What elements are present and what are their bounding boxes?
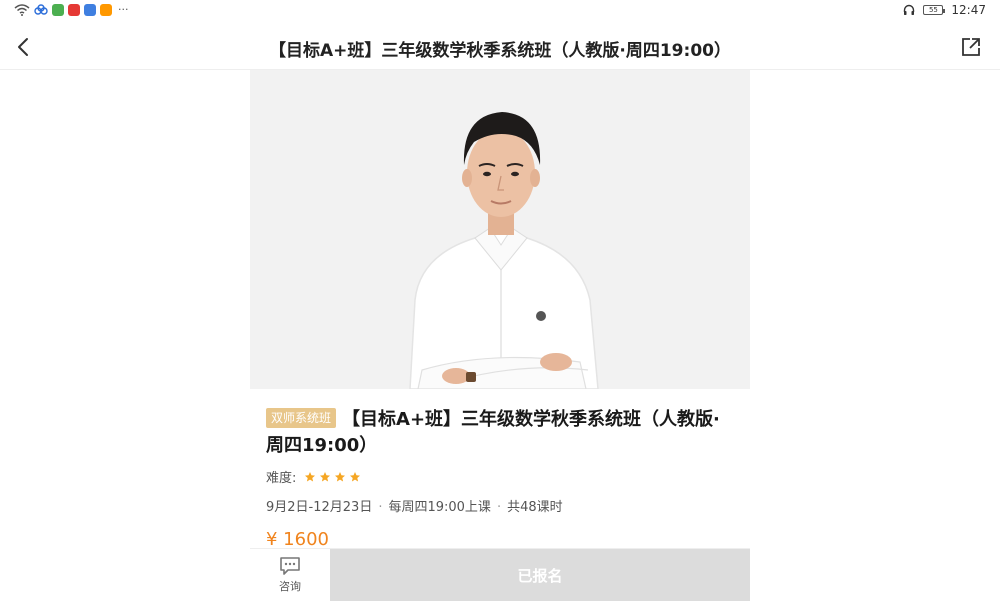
status-icons-right: 55 12:47 [903, 3, 986, 17]
star-icon [320, 471, 331, 481]
difficulty-rating: 难度: [266, 467, 736, 486]
course-dates: 9月2日-12月23日 [266, 500, 373, 515]
difficulty-label: 难度: [266, 471, 297, 486]
enrolled-button[interactable]: 已报名 [330, 549, 750, 601]
course-price: ¥ 1600 [266, 529, 329, 550]
battery-icon: 55 [923, 5, 946, 15]
cloud-app-icon [34, 4, 48, 15]
title-bar: 【目标A+班】三年级数学秋季系统班（人教版·周四19:00） [0, 24, 1000, 70]
app-notification-icon [84, 4, 96, 16]
weekly-time: 每周四19:00上课 [388, 500, 491, 515]
bottom-action-bar: 咨询 已报名 [250, 548, 750, 601]
star-icon [335, 471, 346, 481]
course-detail: 双师系统班 【目标A+班】三年级数学秋季系统班（人教版·周四19:00） 难度: … [250, 70, 750, 601]
page-title: 【目标A+班】三年级数学秋季系统班（人教版·周四19:00） [269, 41, 731, 61]
share-icon [962, 38, 980, 56]
status-time: 12:47 [951, 3, 986, 17]
star-icon [305, 471, 316, 481]
app-notification-icon [100, 4, 112, 16]
difficulty-stars [304, 471, 361, 483]
course-title-row: 双师系统班 【目标A+班】三年级数学秋季系统班（人教版·周四19:00） [266, 407, 736, 459]
chat-bubble-icon [280, 557, 300, 575]
course-schedule: 9月2日-12月23日 · 每周四19:00上课 · 共48课时 [266, 496, 736, 515]
course-type-badge: 双师系统班 [266, 408, 337, 428]
star-icon [350, 471, 361, 481]
schedule-separator: · [378, 500, 383, 515]
app-notification-icon [68, 4, 80, 16]
headphones-icon [904, 4, 915, 15]
wifi-icon [14, 4, 30, 16]
teacher-portrait-image [250, 70, 750, 389]
share-button[interactable] [956, 32, 986, 62]
schedule-separator: · [496, 500, 502, 515]
course-info: 双师系统班 【目标A+班】三年级数学秋季系统班（人教版·周四19:00） 难度: … [266, 407, 736, 550]
consult-button[interactable]: 咨询 [250, 549, 330, 601]
consult-label: 咨询 [279, 580, 301, 593]
app-notification-icon [52, 4, 64, 16]
status-icons-left: ··· [14, 4, 129, 16]
more-notifications-icon: ··· [118, 3, 129, 16]
status-bar: ··· 55 12:47 [0, 0, 1000, 24]
lesson-count: 共48课时 [507, 500, 563, 515]
teacher-photo [250, 70, 750, 389]
